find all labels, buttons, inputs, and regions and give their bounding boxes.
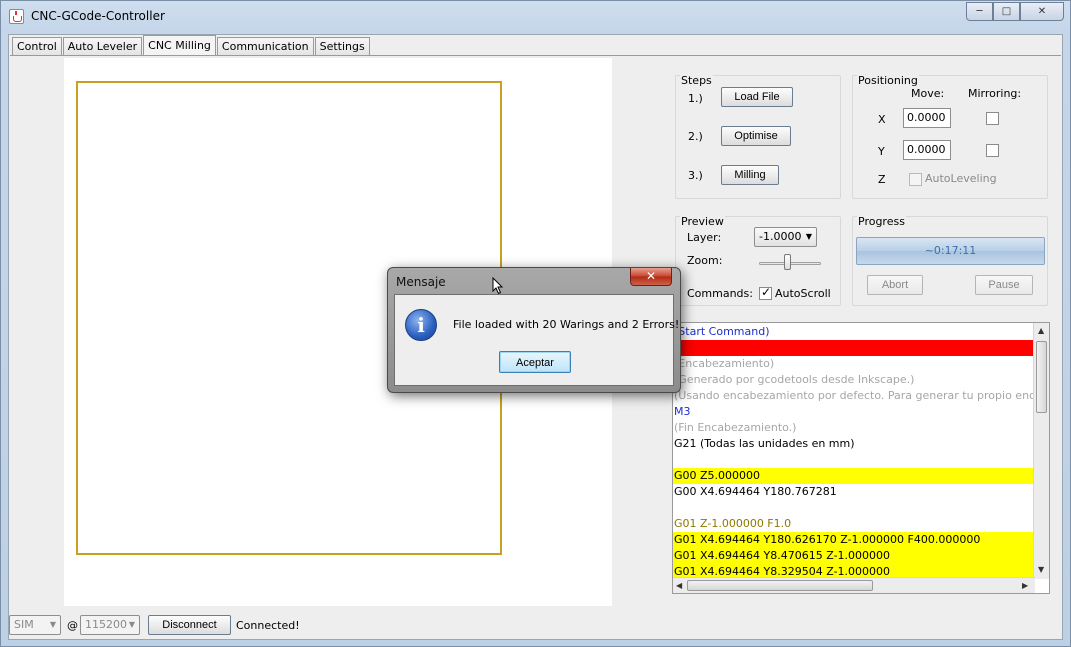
preview-group: Preview Layer: -1.0000 ▼ Zoom: Commands:… [675,215,841,306]
window-title: CNC-GCode-Controller [31,9,165,23]
tab-settings[interactable]: Settings [314,37,370,56]
y-move-field[interactable]: 0.0000 [903,140,951,160]
tab-communication[interactable]: Communication [216,37,314,56]
x-move-field[interactable]: 0.0000 [903,108,951,128]
gcode-line[interactable]: G01 Z-1.000000 F1.0 [673,516,1033,532]
scroll-up-icon[interactable]: ▲ [1038,326,1044,335]
gcode-list[interactable]: (Start Command) (Encabezamiento) (Generado… [672,322,1050,594]
layer-label: Layer: [687,231,722,244]
milling-button[interactable]: Milling [721,165,779,185]
minimize-button[interactable]: ─ [966,2,993,21]
port-select[interactable]: SIM ▼ [9,615,61,635]
main-window: CNC-GCode-Controller ─ □ ✕ Control Auto … [0,0,1071,647]
gcode-line[interactable]: (Fin Encabezamiento.) [673,420,1033,436]
y-label: Y [878,145,885,158]
gcode-line[interactable]: G01 X4.694464 Y180.626170 Z-1.000000 F40… [673,532,1033,548]
baud-value: 115200 [85,618,127,631]
step-2-label: 2.) [688,130,703,143]
steps-group: Steps 1.) Load File 2.) Optimise 3.) Mil… [675,74,841,199]
abort-button[interactable]: Abort [867,275,923,295]
positioning-title: Positioning [857,74,919,87]
vertical-scroll-thumb[interactable] [1036,341,1047,413]
zoom-slider-thumb[interactable] [783,254,791,270]
gcode-line[interactable]: G21 (Todas las unidades en mm) [673,436,1033,452]
pause-button[interactable]: Pause [975,275,1033,295]
dialog-title: Mensaje [396,275,446,289]
status-bar: SIM ▼ @ 115200 ▼ Disconnect Connected! [9,609,1062,639]
window-controls: ─ □ ✕ [966,2,1064,22]
gcode-line[interactable]: G00 X4.694464 Y180.767281 [673,484,1033,500]
scroll-left-icon[interactable]: ◀ [676,581,682,590]
gcode-line[interactable]: M3 [673,404,1033,420]
y-mirroring-checkbox[interactable] [986,144,999,157]
connection-status: Connected! [236,619,300,632]
progress-title: Progress [857,215,906,228]
dialog-body: i File loaded with 20 Warings and 2 Erro… [394,294,679,386]
chevron-down-icon: ▼ [49,620,56,629]
maximize-button[interactable]: □ [993,2,1020,21]
chevron-down-icon: ▼ [805,232,812,241]
dialog-close-button[interactable]: ✕ [630,268,672,286]
gcode-line[interactable]: (Usando encabezamiento por defecto. Para… [673,388,1049,404]
title-bar[interactable]: CNC-GCode-Controller ─ □ ✕ [1,1,1070,31]
scroll-right-icon[interactable]: ▶ [1022,581,1028,590]
layer-value: -1.0000 [759,230,802,243]
disconnect-button[interactable]: Disconnect [148,615,231,635]
java-app-icon [9,9,24,24]
preview-title: Preview [680,215,725,228]
baud-select[interactable]: 115200 ▼ [80,615,140,635]
gcode-line[interactable]: G00 Z5.000000 [673,468,1033,484]
accept-button[interactable]: Aceptar [499,351,571,373]
optimise-button[interactable]: Optimise [721,126,791,146]
progress-bar: ~0:17:11 [856,237,1045,265]
z-label: Z [878,173,886,186]
message-dialog: Mensaje ✕ i File loaded with 20 Warings … [387,267,681,393]
tab-bar: Control Auto Leveler CNC Milling Communi… [12,35,371,56]
close-button[interactable]: ✕ [1020,2,1064,21]
autoleveling-checkbox[interactable] [909,173,922,186]
progress-time-text: ~0:17:11 [924,244,977,257]
gcode-line[interactable]: (Start Command) [673,324,1033,340]
horizontal-scrollbar[interactable]: ◀ ▶ [673,577,1035,593]
tab-cnc-milling[interactable]: CNC Milling [143,35,216,56]
zoom-label: Zoom: [687,254,723,267]
autoleveling-label: AutoLeveling [925,172,997,185]
positioning-group: Positioning Move: Mirroring: X 0.0000 Y … [852,74,1048,199]
tab-auto-leveler[interactable]: Auto Leveler [62,37,143,56]
x-mirroring-checkbox[interactable] [986,112,999,125]
commands-label: Commands: [687,287,753,300]
gcode-line[interactable]: (Encabezamiento) [673,356,1033,372]
dialog-message: File loaded with 20 Warings and 2 Errors… [453,318,680,331]
at-label: @ [67,619,78,632]
layer-select[interactable]: -1.0000 ▼ [754,227,817,247]
step-1-label: 1.) [688,92,703,105]
gcode-line[interactable] [673,452,1033,468]
mouse-cursor-icon [492,277,504,295]
gcode-line[interactable]: G01 X4.694464 Y8.470615 Z-1.000000 [673,548,1033,564]
load-file-button[interactable]: Load File [721,87,793,107]
tab-control[interactable]: Control [12,37,62,56]
step-3-label: 3.) [688,169,703,182]
mirroring-header: Mirroring: [968,87,1022,100]
gcode-line[interactable] [673,500,1033,516]
move-header: Move: [911,87,945,100]
progress-group: Progress ~0:17:11 Abort Pause [852,215,1048,306]
steps-title: Steps [680,74,713,87]
horizontal-scroll-thumb[interactable] [687,580,873,591]
x-label: X [878,113,886,126]
gcode-line[interactable] [673,340,1033,356]
autoscroll-label: AutoScroll [775,287,831,300]
vertical-scrollbar[interactable]: ▲ ▼ [1033,323,1049,579]
autoscroll-checkbox[interactable] [759,285,772,300]
info-icon: i [405,309,437,341]
gcode-line[interactable]: (Generado por gcodetools desde Inkscape.… [673,372,1033,388]
port-value: SIM [14,618,34,631]
scroll-down-icon[interactable]: ▼ [1038,565,1044,574]
chevron-down-icon: ▼ [128,620,135,629]
